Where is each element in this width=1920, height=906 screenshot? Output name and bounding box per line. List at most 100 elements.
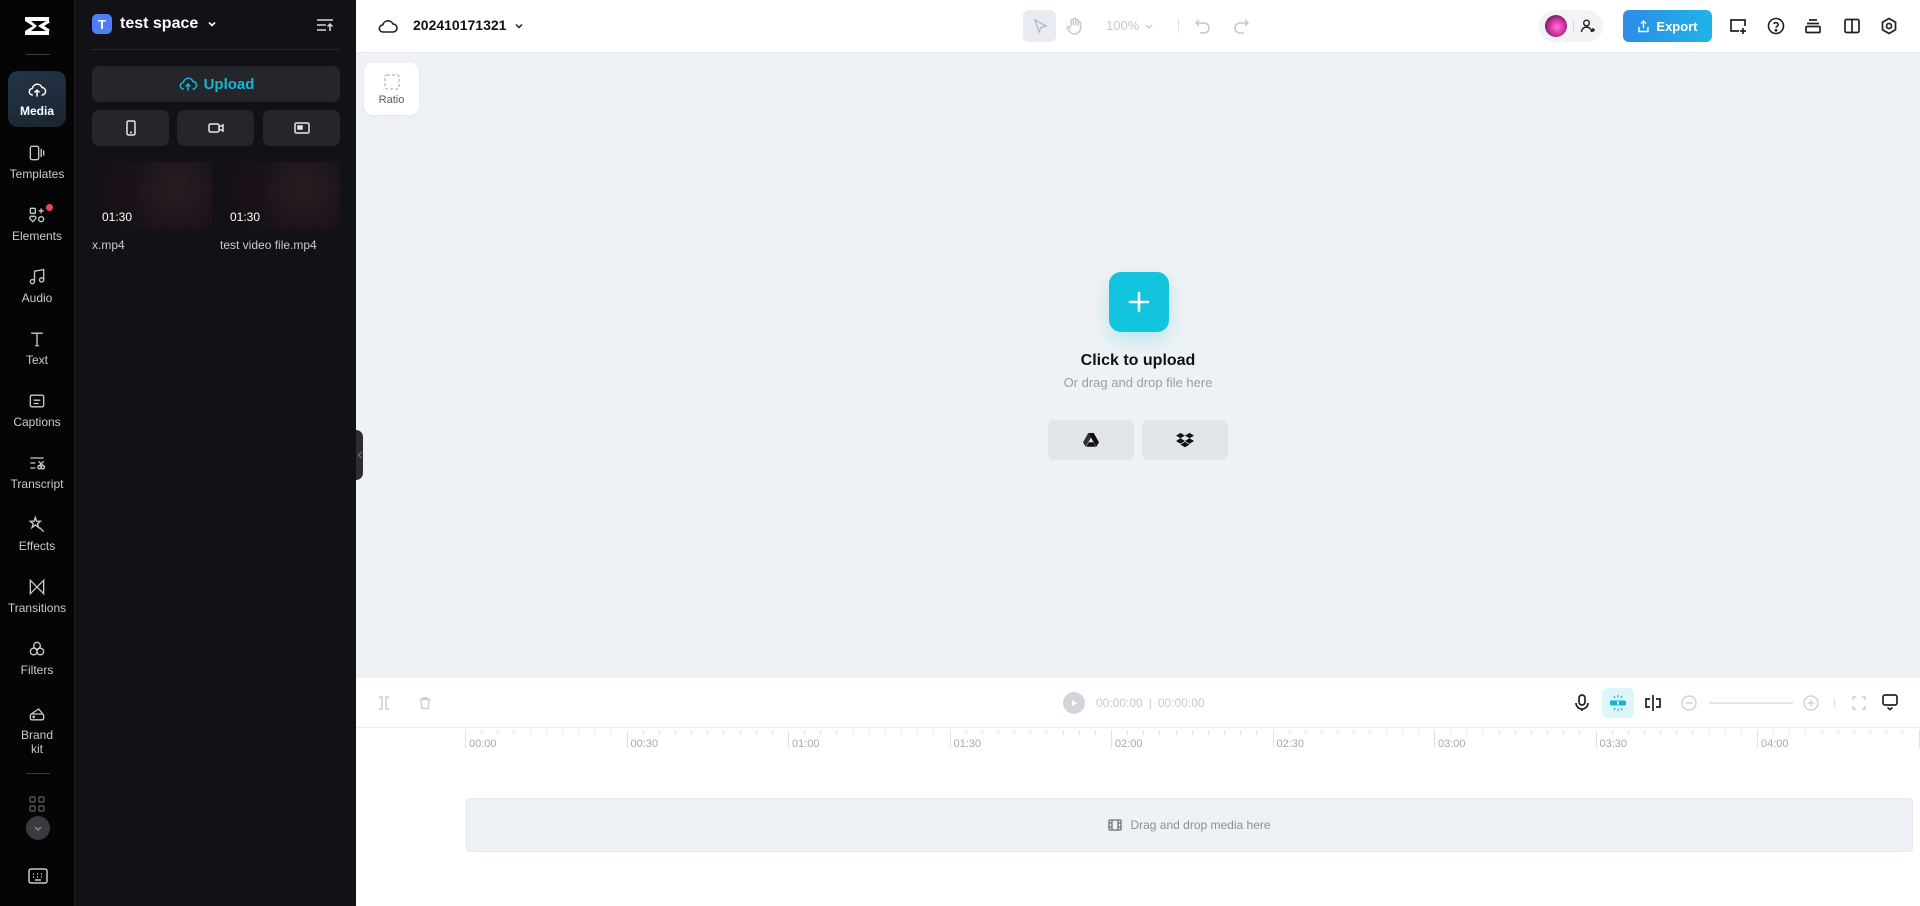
ratio-label: Ratio xyxy=(378,93,405,106)
undo-icon[interactable] xyxy=(1194,17,1212,35)
ruler-minor-tick xyxy=(1337,731,1339,735)
ruler-label: 00:30 xyxy=(630,738,659,750)
upload-from-phone-button[interactable] xyxy=(92,110,169,146)
rail-item-brand-kit[interactable]: Brand kit xyxy=(8,700,66,760)
ruler-minor-tick xyxy=(1062,731,1064,735)
rail-item-label: Filters xyxy=(20,663,54,677)
ruler-minor-tick xyxy=(771,731,773,735)
user-avatar[interactable] xyxy=(1545,15,1567,37)
delete-button[interactable] xyxy=(416,694,434,712)
capcut-logo-icon[interactable] xyxy=(22,14,52,38)
rail-item-text[interactable]: Text xyxy=(8,320,66,376)
fit-timeline-button[interactable] xyxy=(1850,694,1868,712)
add-user-icon[interactable] xyxy=(1580,18,1596,34)
ruler-minor-tick xyxy=(691,731,693,735)
redo-icon[interactable] xyxy=(1232,17,1250,35)
rail-item-label: Transitions xyxy=(7,601,67,615)
toggle-panel-button[interactable] xyxy=(1841,15,1863,37)
ruler-minor-tick xyxy=(804,731,806,735)
media-item[interactable]: 01:30 test video file.mp4 xyxy=(220,162,340,254)
split-scene-button[interactable] xyxy=(1643,693,1663,713)
timeline-toolbar: 00:00:00 | 00:00:00 xyxy=(356,678,1920,728)
sort-icon[interactable] xyxy=(316,17,334,33)
filters-icon xyxy=(29,641,45,656)
media-duration: 01:30 xyxy=(102,210,133,224)
camera-icon xyxy=(207,123,224,133)
ruler-label: 01:30 xyxy=(953,738,982,750)
rail-item-effects[interactable]: Effects xyxy=(8,506,66,562)
zoom-in-button[interactable] xyxy=(1802,694,1820,712)
project-name[interactable]: 202410171321 xyxy=(413,17,506,33)
collapse-panel-handle[interactable] xyxy=(356,430,363,480)
ruler-minor-tick xyxy=(1353,731,1355,735)
play-button[interactable] xyxy=(1063,692,1085,714)
ruler-label: 03:30 xyxy=(1599,738,1628,750)
select-tool-button[interactable] xyxy=(1023,10,1056,42)
layers-button[interactable] xyxy=(1802,15,1824,37)
click-to-upload-button[interactable] xyxy=(1109,272,1169,332)
rail-item-media[interactable]: Media xyxy=(8,71,66,127)
google-drive-button[interactable] xyxy=(1048,420,1134,460)
ruler-minor-tick xyxy=(1692,731,1694,735)
ruler-minor-tick xyxy=(545,731,547,735)
media-drop-track[interactable]: Drag and drop media here xyxy=(466,798,1913,852)
ruler-minor-tick xyxy=(1498,731,1500,735)
ratio-button[interactable]: Ratio xyxy=(364,63,419,115)
rail-item-transitions[interactable]: Transitions xyxy=(8,568,66,624)
ruler-minor-tick xyxy=(1207,731,1209,735)
space-selector[interactable]: T test space xyxy=(92,14,218,34)
record-voiceover-button[interactable] xyxy=(1572,693,1592,713)
rail-item-label: Audio xyxy=(21,291,53,305)
rail-item-elements[interactable]: Elements xyxy=(8,196,66,252)
help-button[interactable] xyxy=(1765,15,1787,37)
timeline-ruler[interactable]: 00:00 00:30 01:00 01:30 02:00 02:30 03:00 03:30… xyxy=(356,728,1920,758)
ruler-minor-tick xyxy=(981,731,983,735)
ruler-minor-tick xyxy=(1740,731,1742,735)
record-camera-button[interactable] xyxy=(177,110,254,146)
ruler-minor-tick xyxy=(1014,731,1016,735)
ruler-minor-tick xyxy=(481,731,483,735)
rail-item-transcript[interactable]: Transcript xyxy=(8,444,66,500)
settings-button[interactable] xyxy=(1878,15,1900,37)
upload-subtitle: Or drag and drop file here xyxy=(1063,375,1213,390)
expand-more-button[interactable] xyxy=(26,816,50,840)
fullscreen-icon xyxy=(1852,696,1866,710)
canvas-area: Ratio Click to upload Or drag and drop f… xyxy=(356,53,1920,678)
keyboard-shortcuts-icon[interactable] xyxy=(27,867,49,885)
chevron-down-icon[interactable] xyxy=(513,20,525,32)
zoom-out-button[interactable] xyxy=(1680,694,1698,712)
export-button[interactable]: Export xyxy=(1623,10,1712,42)
ruler-minor-tick xyxy=(1401,731,1403,735)
auto-snap-toggle[interactable] xyxy=(1602,688,1634,718)
ruler-minor-tick xyxy=(1627,731,1629,735)
media-item[interactable]: 01:30 x.mp4 xyxy=(92,162,212,254)
ruler-minor-tick xyxy=(884,731,886,735)
rail-item-audio[interactable]: Audio xyxy=(8,258,66,314)
video-editor-app: Media Templates Elements Audio Text Capt… xyxy=(0,0,1920,906)
timeline-zoom-slider[interactable] xyxy=(1709,702,1793,704)
rail-item-filters[interactable]: Filters xyxy=(8,630,66,686)
present-screen-button[interactable] xyxy=(1727,15,1749,37)
music-note-icon xyxy=(29,268,45,285)
ruler-label: 02:00 xyxy=(1115,738,1143,750)
media-filename: x.mp4 xyxy=(92,238,125,252)
upload-button[interactable]: Upload xyxy=(92,66,340,102)
timeline-view-button[interactable] xyxy=(1880,692,1900,712)
ruler-minor-tick xyxy=(836,731,838,735)
record-screen-button[interactable] xyxy=(263,110,340,146)
ruler-minor-tick xyxy=(1256,731,1258,735)
ruler-label: 02:30 xyxy=(1276,738,1305,750)
dropbox-button[interactable] xyxy=(1142,420,1228,460)
ruler-minor-tick xyxy=(1514,731,1516,735)
ruler-minor-tick xyxy=(1660,731,1662,735)
collaborators xyxy=(1539,10,1603,42)
ruler-minor-tick xyxy=(1643,731,1645,735)
brand-kit-icon xyxy=(29,708,45,721)
zoom-level-dropdown[interactable]: 100% xyxy=(1106,18,1154,33)
hand-tool-icon[interactable] xyxy=(1065,16,1085,36)
apps-grid-icon[interactable] xyxy=(25,792,49,816)
rail-item-templates[interactable]: Templates xyxy=(8,134,66,190)
ruler-minor-tick xyxy=(917,731,919,735)
split-button[interactable] xyxy=(375,694,393,712)
rail-item-captions[interactable]: Captions xyxy=(8,382,66,438)
